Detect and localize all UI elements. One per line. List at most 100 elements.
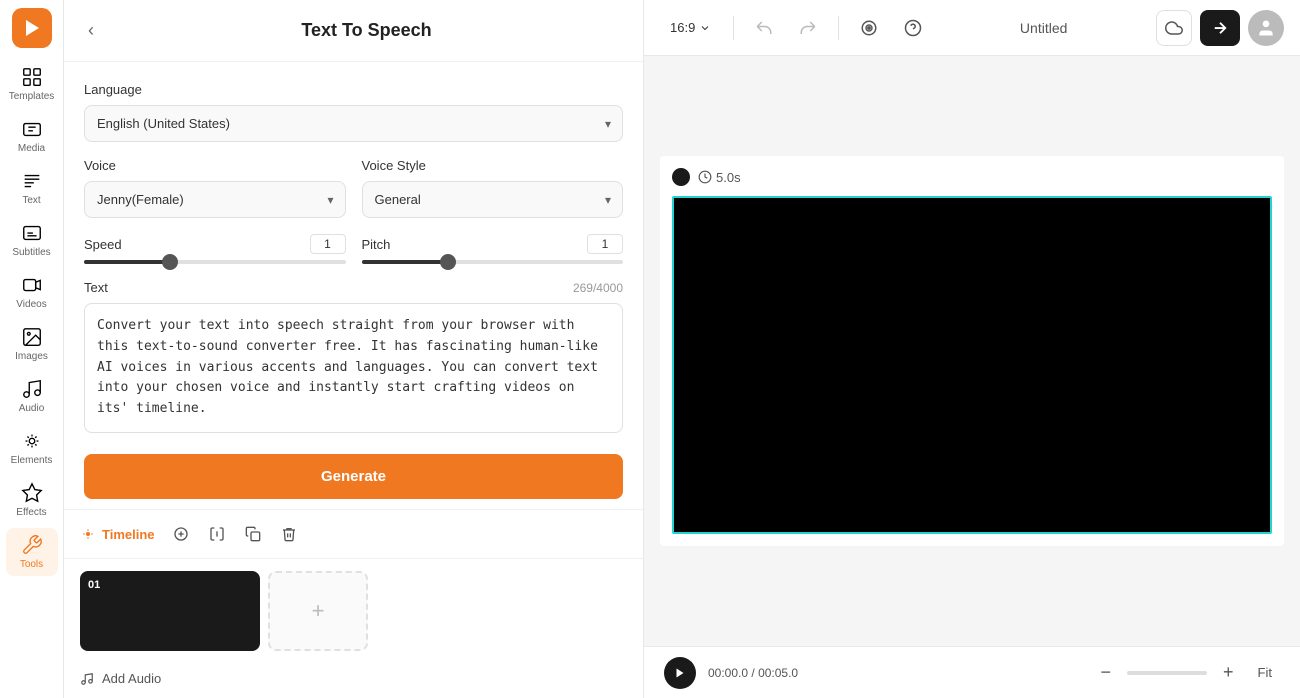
pitch-thumb[interactable] [440, 254, 456, 270]
canvas-area [672, 196, 1272, 534]
voice-select[interactable]: Jenny(Female) Guy(Male) Aria(Female) Dav… [84, 181, 346, 218]
add-clip-icon-btn[interactable] [167, 520, 195, 548]
images-icon [21, 326, 43, 348]
sidebar-label-audio: Audio [19, 403, 45, 414]
app-logo[interactable] [12, 8, 52, 48]
record-dot [672, 168, 690, 186]
delete-btn[interactable] [275, 520, 303, 548]
toolbar-right [1156, 10, 1284, 46]
panel: ‹ Text To Speech Language English (Unite… [64, 0, 644, 698]
sidebar-item-tools[interactable]: Tools [6, 528, 58, 576]
duplicate-btn[interactable] [239, 520, 267, 548]
sidebar-item-effects[interactable]: Effects [6, 476, 58, 524]
aspect-ratio-value: 16:9 [670, 20, 695, 35]
generate-button[interactable]: Generate [84, 454, 623, 499]
redo-button[interactable] [790, 10, 826, 46]
timeline-icon [80, 526, 96, 542]
preview-area: 5.0s [644, 56, 1300, 646]
panel-content: Language English (United States) English… [64, 62, 643, 509]
play-button[interactable] [664, 657, 696, 689]
voice-style-select[interactable]: General Cheerful Sad Angry Newscast [362, 181, 624, 218]
timeline-actions [167, 520, 303, 548]
sidebar-item-images[interactable]: Images [6, 320, 58, 368]
split-btn[interactable] [203, 520, 231, 548]
sidebar-label-text: Text [22, 195, 40, 206]
total-time: 00:05.0 [758, 666, 798, 680]
plus-circle-icon [173, 526, 189, 542]
sidebar-item-audio[interactable]: Audio [6, 372, 58, 420]
voice-row: Voice Jenny(Female) Guy(Male) Aria(Femal… [84, 158, 623, 218]
language-select[interactable]: English (United States) English (UK) Spa… [84, 105, 623, 142]
back-button[interactable]: ‹ [84, 16, 98, 45]
speed-track[interactable] [84, 260, 346, 264]
elements-icon [21, 430, 43, 452]
sidebar-label-subtitles: Subtitles [12, 247, 50, 258]
icon-sidebar: Templates Media Text Subtitles Videos Im… [0, 0, 64, 698]
clip-item[interactable]: 01 [80, 571, 260, 651]
split-icon [209, 526, 225, 542]
media-icon [21, 118, 43, 140]
export-icon [1211, 19, 1229, 37]
sidebar-item-text[interactable]: Text [6, 164, 58, 212]
panel-title: Text To Speech [110, 20, 623, 41]
timeline-label: Timeline [80, 526, 155, 542]
logo-icon [20, 16, 44, 40]
play-icon [674, 667, 686, 679]
zoom-slider[interactable] [1127, 671, 1207, 675]
video-icon [21, 274, 43, 296]
voice-style-label: Voice Style [362, 158, 624, 173]
sidebar-label-effects: Effects [16, 507, 46, 518]
preview-time: 5.0s [716, 170, 741, 185]
sidebar-item-elements[interactable]: Elements [6, 424, 58, 472]
undo-icon [755, 19, 773, 37]
clip-number: 01 [88, 579, 100, 591]
sidebar-label-media: Media [18, 143, 45, 154]
voice-col: Voice Jenny(Female) Guy(Male) Aria(Femal… [84, 158, 346, 218]
undo-button[interactable] [746, 10, 782, 46]
speed-fill [84, 260, 170, 264]
zoom-out-button[interactable]: − [1097, 658, 1116, 687]
screen-record-button[interactable] [851, 10, 887, 46]
sidebar-item-templates[interactable]: Templates [6, 60, 58, 108]
toolbar-divider-1 [733, 16, 734, 40]
zoom-in-button[interactable]: + [1219, 658, 1238, 687]
help-button[interactable] [895, 10, 931, 46]
sidebar-item-subtitles[interactable]: Subtitles [6, 216, 58, 264]
pitch-track[interactable] [362, 260, 624, 264]
toolbar-divider-2 [838, 16, 839, 40]
fit-button[interactable]: Fit [1250, 661, 1280, 684]
add-audio-label: Add Audio [102, 671, 161, 686]
speed-thumb[interactable] [162, 254, 178, 270]
sidebar-label-templates: Templates [9, 91, 55, 102]
duplicate-icon [245, 526, 261, 542]
music-icon [80, 672, 94, 686]
language-select-wrapper: English (United States) English (UK) Spa… [84, 105, 623, 142]
subtitles-icon [21, 222, 43, 244]
voice-style-col: Voice Style General Cheerful Sad Angry N… [362, 158, 624, 218]
clock-icon [698, 170, 712, 184]
audio-icon [21, 378, 43, 400]
add-audio-row[interactable]: Add Audio [64, 663, 643, 698]
sidebar-label-elements: Elements [11, 455, 53, 466]
voice-label: Voice [84, 158, 346, 173]
voice-style-select-wrapper: General Cheerful Sad Angry Newscast ▾ [362, 181, 624, 218]
cloud-save-button[interactable] [1156, 10, 1192, 46]
time-display: 00:00.0 / 00:05.0 [708, 666, 798, 680]
pitch-label: Pitch [362, 237, 391, 252]
user-avatar[interactable] [1248, 10, 1284, 46]
text-area[interactable]: Convert your text into speech straight f… [84, 303, 623, 433]
text-label: Text [84, 280, 108, 295]
aspect-ratio-button[interactable]: 16:9 [660, 14, 721, 41]
grid-icon [21, 66, 43, 88]
effects-icon [21, 482, 43, 504]
sidebar-label-tools: Tools [20, 559, 43, 570]
export-button[interactable] [1200, 10, 1240, 46]
pitch-header: Pitch 1 [362, 234, 624, 254]
sidebar-item-videos[interactable]: Videos [6, 268, 58, 316]
sidebar-item-media[interactable]: Media [6, 112, 58, 160]
pitch-col: Pitch 1 [362, 234, 624, 264]
text-section-header: Text 269/4000 [84, 280, 623, 295]
current-time: 00:00.0 [708, 666, 748, 680]
add-clip-button[interactable]: + [268, 571, 368, 651]
tools-icon [21, 534, 43, 556]
